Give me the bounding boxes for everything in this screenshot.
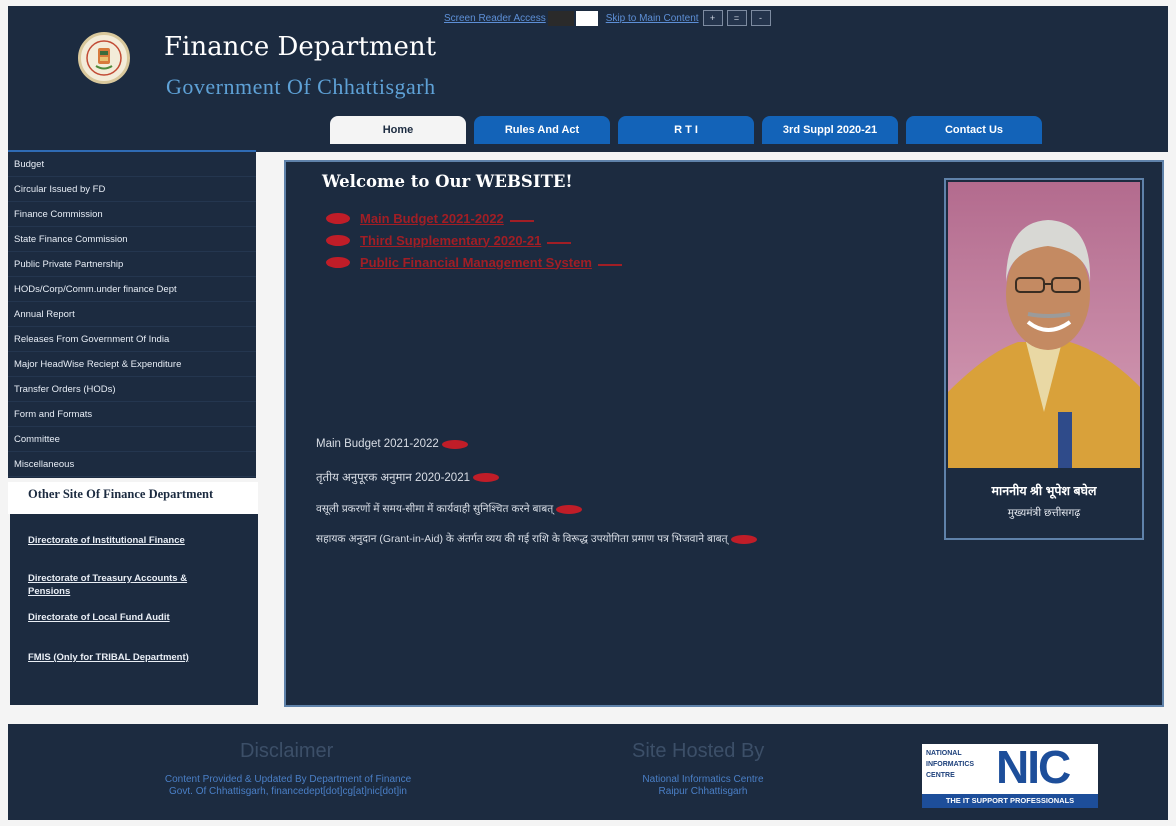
other-link-treasury-accounts[interactable]: Directorate of Treasury Accounts & Pensi… xyxy=(28,572,228,598)
font-decrease-button[interactable]: - xyxy=(750,10,771,26)
notice-item-3[interactable]: वसूली प्रकरणों में समय-सीमा में कार्यवाह… xyxy=(316,502,583,516)
sidebar-item-finance-commission[interactable]: Finance Commission xyxy=(8,202,256,227)
disclaimer-line-2: Govt. Of Chhattisgarh, financedept[dot]c… xyxy=(169,786,407,797)
font-increase-button[interactable]: + xyxy=(702,10,723,26)
notice-text[interactable]: सहायक अनुदान (Grant-in-Aid) के अंतर्गत व… xyxy=(316,532,728,546)
sidebar-item-budget[interactable]: Budget xyxy=(8,152,256,177)
notice-item-4[interactable]: सहायक अनुदान (Grant-in-Aid) के अंतर्गत व… xyxy=(316,532,757,546)
tab-supplementary[interactable]: 3rd Suppl 2020-21 xyxy=(762,116,898,144)
other-link-fmis[interactable]: FMIS (Only for TRIBAL Department) xyxy=(28,651,228,664)
other-sites-header: Other Site Of Finance Department xyxy=(8,482,258,514)
screen-reader-link[interactable]: Screen Reader Access xyxy=(444,13,546,24)
new-badge-icon xyxy=(730,534,757,544)
site-header: Screen Reader Access Skip to Main Conten… xyxy=(8,6,1168,152)
nic-big-text: NIC xyxy=(996,741,1071,793)
tab-rules-and-act[interactable]: Rules And Act xyxy=(474,116,610,144)
sidebar-menu: Budget Circular Issued by FD Finance Com… xyxy=(8,150,256,478)
skip-main-link[interactable]: Skip to Main Content xyxy=(606,13,699,24)
sidebar-item-ppp[interactable]: Public Private Partnership xyxy=(8,252,256,277)
sidebar-item-committee[interactable]: Committee xyxy=(8,427,256,452)
sidebar-item-state-finance-commission[interactable]: State Finance Commission xyxy=(8,227,256,252)
new-badge-icon xyxy=(326,234,350,246)
chief-minister-designation: मुख्यमंत्री छत्तीसगढ़ xyxy=(1007,507,1081,519)
accessibility-bar: Screen Reader Access Skip to Main Conten… xyxy=(444,10,771,26)
notice-item-2[interactable]: तृतीय अनुपूरक अनुमान 2020-2021 xyxy=(316,470,499,485)
chief-minister-card: माननीय श्री भूपेश बघेल मुख्यमंत्री छत्ती… xyxy=(944,178,1144,540)
other-sites-title: Other Site Of Finance Department xyxy=(28,487,214,501)
notice-text[interactable]: वसूली प्रकरणों में समय-सीमा में कार्यवाह… xyxy=(316,502,553,516)
red-link-label[interactable]: Main Budget 2021-2022 xyxy=(360,211,504,226)
sidebar-item-annual-report[interactable]: Annual Report xyxy=(8,302,256,327)
disclaimer-line-1: Content Provided & Updated By Department… xyxy=(164,774,412,785)
other-link-institutional-finance[interactable]: Directorate of Institutional Finance xyxy=(28,534,228,547)
disclaimer-heading: Disclaimer xyxy=(240,740,334,762)
other-link-local-fund-audit[interactable]: Directorate of Local Fund Audit xyxy=(28,611,228,624)
hosted-by-heading: Site Hosted By xyxy=(632,740,765,762)
nic-small-text: NATIONAL xyxy=(926,750,962,757)
nic-tagline: THE IT SUPPORT PROFESSIONALS xyxy=(922,794,1098,808)
site-subtitle: Government Of Chhattisgarh xyxy=(166,74,436,99)
nic-small-text: CENTRE xyxy=(926,772,955,779)
sidebar-item-forms[interactable]: Form and Formats xyxy=(8,402,256,427)
tab-contact-us[interactable]: Contact Us xyxy=(906,116,1042,144)
hosted-by-line-1: National Informatics Centre xyxy=(642,774,764,785)
nic-small-text: INFORMATICS xyxy=(926,761,975,768)
new-badge-icon xyxy=(441,439,468,449)
notice-text[interactable]: तृतीय अनुपूरक अनुमान 2020-2021 xyxy=(316,470,470,485)
sidebar-item-releases-goi[interactable]: Releases From Government Of India xyxy=(8,327,256,352)
chief-minister-photo xyxy=(948,182,1140,468)
red-link-label[interactable]: Public Financial Management System xyxy=(360,255,592,270)
red-link-label[interactable]: Third Supplementary 2020-21 xyxy=(360,233,541,248)
contrast-dark-swatch[interactable] xyxy=(547,10,574,26)
site-footer: Disclaimer Content Provided & Updated By… xyxy=(8,724,1168,820)
new-badge-icon xyxy=(326,212,350,224)
contrast-light-swatch[interactable] xyxy=(575,10,598,26)
red-link-2[interactable]: Third Supplementary 2020-21 xyxy=(326,230,572,250)
main-content: Welcome to Our WEBSITE! Main Budget 2021… xyxy=(284,160,1164,707)
new-badge-icon xyxy=(472,473,499,482)
notice-text[interactable]: Main Budget 2021-2022 xyxy=(316,438,439,450)
sidebar-item-transfer-orders[interactable]: Transfer Orders (HODs) xyxy=(8,377,256,402)
state-emblem-icon xyxy=(78,32,130,84)
red-link-3[interactable]: Public Financial Management System xyxy=(326,252,622,272)
sidebar-item-miscellaneous[interactable]: Miscellaneous xyxy=(8,452,256,477)
font-normal-button[interactable]: = xyxy=(726,10,747,26)
chief-minister-name: माननीय श्री भूपेश बघेल xyxy=(991,484,1097,498)
new-badge-icon xyxy=(556,504,583,514)
welcome-heading: Welcome to Our WEBSITE! xyxy=(322,172,573,191)
new-badge-icon xyxy=(326,256,350,268)
sidebar-item-major-headwise[interactable]: Major HeadWise Reciept & Expenditure xyxy=(8,352,256,377)
link-underline-decoration xyxy=(547,242,572,244)
site-title: Finance Department xyxy=(164,32,437,62)
tab-rti[interactable]: R T I xyxy=(618,116,754,144)
red-link-1[interactable]: Main Budget 2021-2022 xyxy=(326,208,534,228)
sidebar-item-circular[interactable]: Circular Issued by FD xyxy=(8,177,256,202)
sidebar-item-hods[interactable]: HODs/Corp/Comm.under finance Dept xyxy=(8,277,256,302)
hosted-by-line-2: Raipur Chhattisgarh xyxy=(658,786,748,797)
nic-logo[interactable]: NATIONAL INFORMATICS CENTRE NIC THE IT S… xyxy=(922,741,1098,808)
link-underline-decoration xyxy=(597,264,622,266)
link-underline-decoration xyxy=(509,220,534,222)
notice-item-1[interactable]: Main Budget 2021-2022 xyxy=(316,438,468,450)
tab-home[interactable]: Home xyxy=(330,116,466,144)
other-sites-list: Directorate of Institutional Finance Dir… xyxy=(10,514,258,705)
main-navigation: Home Rules And Act R T I 3rd Suppl 2020-… xyxy=(330,116,1050,144)
